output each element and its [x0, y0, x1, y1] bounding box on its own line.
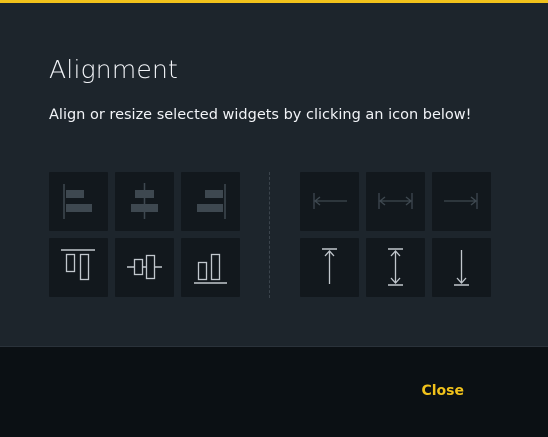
- resize-height-icon: [388, 248, 403, 286]
- close-button[interactable]: Close: [421, 383, 464, 399]
- align-center-horizontal-button[interactable]: [115, 172, 174, 231]
- resize-to-left-icon: [313, 193, 347, 209]
- resize-width-button[interactable]: [366, 172, 425, 231]
- align-middle-vertical-icon: [127, 254, 162, 280]
- align-center-horizontal-icon: [131, 183, 158, 219]
- resize-to-top-button[interactable]: [300, 238, 359, 297]
- align-bottom-icon: [194, 253, 227, 284]
- resize-to-top-icon: [322, 248, 337, 284]
- modal-footer: Close: [0, 346, 548, 437]
- group-divider: [269, 172, 270, 298]
- align-left-button[interactable]: [49, 172, 108, 231]
- resize-width-icon: [378, 193, 413, 209]
- align-top-button[interactable]: [49, 238, 108, 297]
- resize-height-button[interactable]: [366, 238, 425, 297]
- align-right-button[interactable]: [181, 172, 240, 231]
- resize-to-bottom-icon: [454, 250, 469, 286]
- align-right-icon: [197, 184, 226, 219]
- resize-to-left-button[interactable]: [300, 172, 359, 231]
- resize-to-right-icon: [444, 193, 478, 209]
- align-top-icon: [61, 249, 95, 281]
- modal-title: Alignment: [49, 55, 179, 84]
- align-bottom-button[interactable]: [181, 238, 240, 297]
- resize-to-bottom-button[interactable]: [432, 238, 491, 297]
- align-left-icon: [63, 184, 92, 219]
- resize-to-right-button[interactable]: [432, 172, 491, 231]
- align-middle-vertical-button[interactable]: [115, 238, 174, 297]
- modal-subtitle: Align or resize selected widgets by clic…: [49, 107, 472, 123]
